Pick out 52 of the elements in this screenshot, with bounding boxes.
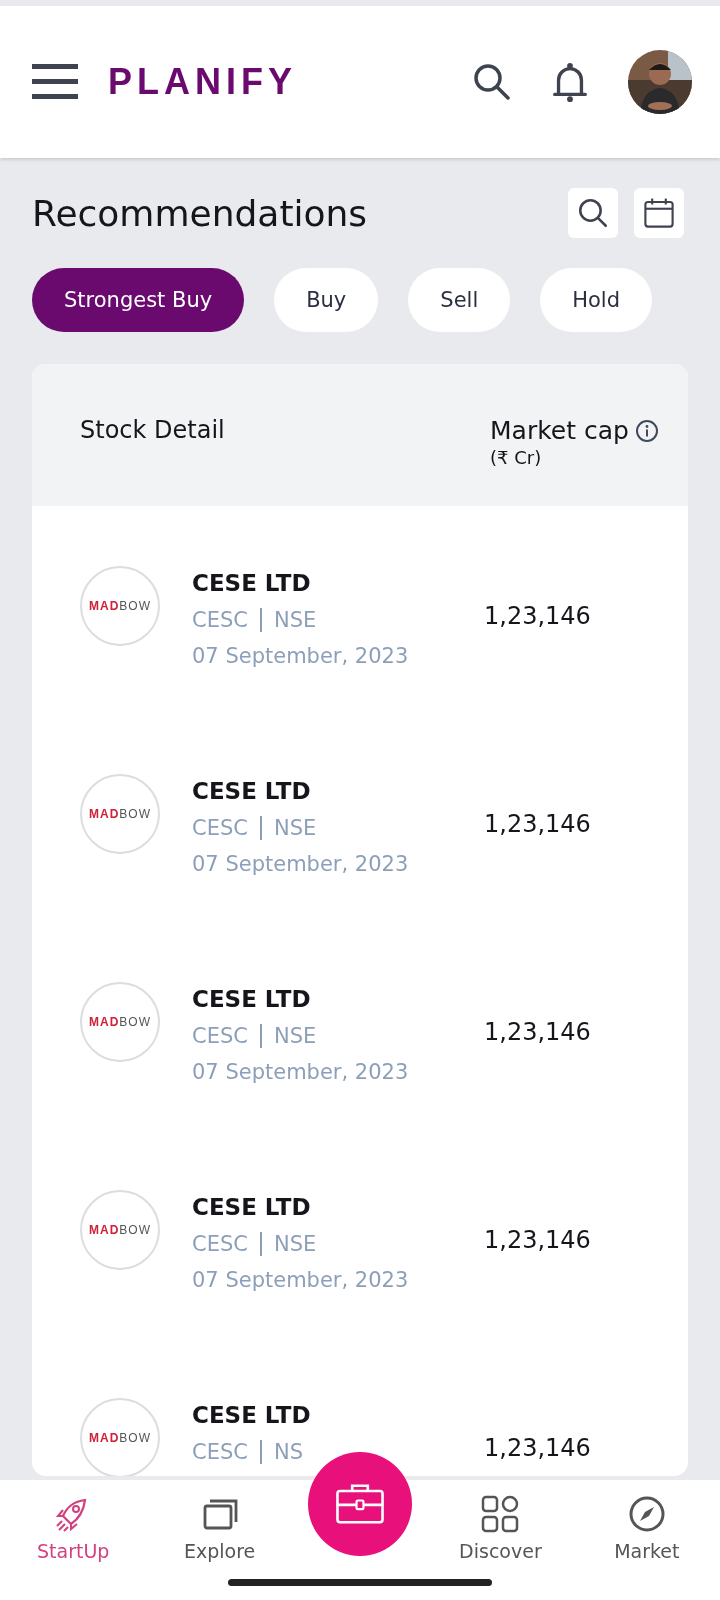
- company-logo: MADBOW: [80, 1398, 160, 1476]
- stock-date: 07 September, 2023: [192, 644, 410, 668]
- grid-icon: [480, 1494, 521, 1534]
- filter-tab[interactable]: Hold: [540, 268, 653, 332]
- market-cap-value: 1,23,146: [484, 810, 591, 838]
- search-icon[interactable]: [472, 61, 512, 103]
- nav-tab[interactable]: Explore: [146, 1480, 293, 1600]
- stock-name: CESE LTD: [192, 986, 312, 1012]
- market-cap-value: 1,23,146: [484, 1434, 591, 1462]
- market-cap-value: 1,23,146: [484, 1226, 591, 1254]
- stock-exchange: NS: [273, 1440, 303, 1464]
- column-unit: (₹ Cr): [490, 447, 543, 468]
- column-header: Stock Detail: [80, 416, 226, 446]
- stock-symbol: CESC: [192, 816, 248, 840]
- filter-tab[interactable]: Sell: [408, 268, 511, 332]
- menu-icon[interactable]: [32, 64, 78, 100]
- search-icon: [576, 196, 610, 230]
- calendar-icon: [642, 196, 676, 230]
- stock-name: CESE LTD: [192, 1402, 312, 1428]
- company-logo: MADBOW: [80, 774, 160, 854]
- bell-icon[interactable]: [550, 61, 590, 103]
- stock-exchange: NSE: [273, 816, 317, 840]
- search-button[interactable]: [568, 188, 618, 238]
- stock-name: CESE LTD: [192, 1194, 312, 1220]
- stock-symbol: CESC: [192, 1440, 248, 1464]
- calendar-button[interactable]: [634, 188, 684, 238]
- stock-symbol: CESC: [192, 608, 248, 632]
- company-logo: MADBOW: [80, 1190, 160, 1270]
- company-logo: MADBOW: [80, 566, 160, 646]
- stock-symbol: CESC: [192, 1232, 248, 1256]
- filter-tab[interactable]: Buy: [274, 268, 379, 332]
- company-logo: MADBOW: [80, 982, 160, 1062]
- briefcase-icon: [334, 1482, 386, 1526]
- nav-tab[interactable]: StartUp: [0, 1480, 147, 1600]
- market-cap-value: 1,23,146: [484, 602, 591, 630]
- stock-symbol: CESC: [192, 1024, 248, 1048]
- stock-exchange: NSE: [273, 1232, 317, 1256]
- stock-name: CESE LTD: [192, 778, 312, 804]
- nav-tab[interactable]: Discover: [427, 1480, 574, 1600]
- stock-date: 07 September, 2023: [192, 1268, 410, 1292]
- filter-tab[interactable]: Strongest Buy: [32, 268, 245, 332]
- page-title: Recommendations: [32, 192, 368, 234]
- app-logo: PLANIFY: [108, 61, 297, 103]
- nav-tab[interactable]: Market: [573, 1480, 720, 1600]
- market-cap-value: 1,23,146: [484, 1018, 591, 1046]
- info-icon[interactable]: [634, 418, 659, 443]
- column-header: Market cap: [490, 416, 629, 445]
- stock-date: 07 September, 2023: [192, 852, 410, 876]
- stock-exchange: NSE: [273, 1024, 317, 1048]
- stock-date: 07 September, 2023: [192, 1060, 410, 1084]
- stock-name: CESE LTD: [192, 570, 312, 596]
- stock-exchange: NSE: [273, 608, 317, 632]
